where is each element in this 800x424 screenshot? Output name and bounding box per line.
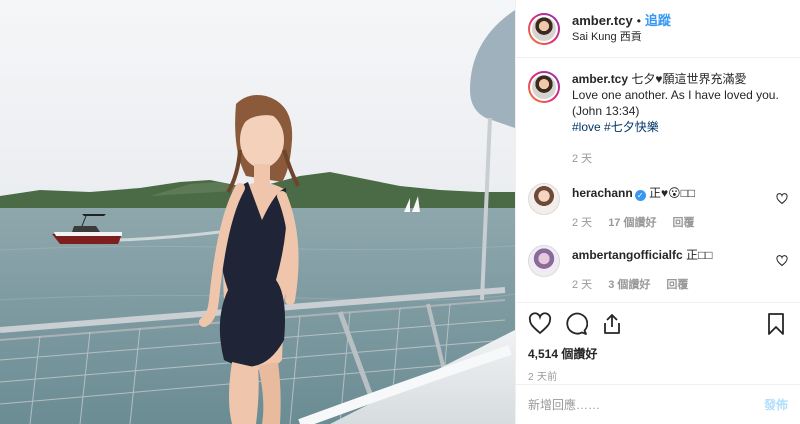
caption-meta: 2 天 bbox=[572, 151, 788, 167]
header-separator: • bbox=[636, 13, 641, 28]
caption-username[interactable]: amber.tcy bbox=[572, 72, 628, 86]
comment-item: herachann ✓ 正♥😮□□ 2 天 17 個讚好 回覆 bbox=[528, 183, 788, 231]
header-text: amber.tcy • 追蹤 Sai Kung 西貢 bbox=[572, 13, 671, 45]
comment-likes[interactable]: 3 個讚好 bbox=[608, 277, 650, 293]
comment-meta: 2 天 3 個讚好 回覆 bbox=[572, 277, 788, 293]
comment-time[interactable]: 2 天 bbox=[572, 215, 592, 231]
comments-list: amber.tcy 七夕♥願這世界充滿愛 Love one another. A… bbox=[516, 58, 800, 302]
avatar[interactable] bbox=[528, 71, 560, 103]
comment-time[interactable]: 2 天 bbox=[572, 277, 592, 293]
comment-item: ambertangofficialfc 正□□ 2 天 3 個讚好 回覆 bbox=[528, 245, 788, 293]
comment-like-heart-icon[interactable] bbox=[776, 193, 788, 205]
follow-button[interactable]: 追蹤 bbox=[645, 13, 671, 28]
add-comment-bar: 發佈 bbox=[516, 384, 800, 424]
reply-button[interactable]: 回覆 bbox=[666, 277, 688, 293]
caption-body: amber.tcy 七夕♥願這世界充滿愛 Love one another. A… bbox=[572, 71, 788, 167]
caption-hashtags[interactable]: #love #七夕快樂 bbox=[572, 119, 788, 135]
share-icon[interactable] bbox=[600, 312, 624, 336]
avatar-image bbox=[528, 183, 560, 215]
comment-username[interactable]: ambertangofficialfc bbox=[572, 248, 683, 262]
likes-count[interactable]: 4,514 個讚好 bbox=[528, 345, 788, 362]
comment-body: herachann ✓ 正♥😮□□ 2 天 17 個讚好 回覆 bbox=[572, 183, 788, 231]
caption-time[interactable]: 2 天 bbox=[572, 151, 592, 167]
avatar[interactable] bbox=[528, 183, 560, 215]
post-time[interactable]: 2 天前 bbox=[528, 368, 788, 383]
location-link[interactable]: Sai Kung 西貢 bbox=[572, 29, 671, 45]
avatar[interactable] bbox=[528, 245, 560, 277]
header-username[interactable]: amber.tcy bbox=[572, 13, 633, 28]
comment-meta: 2 天 17 個讚好 回覆 bbox=[572, 215, 788, 231]
avatar-image bbox=[528, 245, 560, 277]
caption-line: (John 13:34) bbox=[572, 104, 640, 118]
action-icons bbox=[528, 311, 788, 337]
post-header: amber.tcy • 追蹤 Sai Kung 西貢 bbox=[516, 0, 800, 58]
avatar[interactable] bbox=[528, 12, 560, 45]
comment-input[interactable] bbox=[528, 397, 764, 412]
caption-line: Love one another. As I have loved you. bbox=[572, 88, 779, 102]
verified-badge-icon: ✓ bbox=[634, 190, 646, 201]
caption-text: 七夕♥願這世界充滿愛 bbox=[631, 72, 747, 86]
comment-body: ambertangofficialfc 正□□ 2 天 3 個讚好 回覆 bbox=[572, 245, 788, 293]
reply-button[interactable]: 回覆 bbox=[672, 215, 694, 231]
comment-username[interactable]: herachann bbox=[572, 186, 633, 200]
post-photo[interactable] bbox=[0, 0, 515, 424]
comment-like-heart-icon[interactable] bbox=[776, 255, 788, 267]
avatar-image bbox=[530, 73, 558, 101]
post-comment-button[interactable]: 發佈 bbox=[764, 396, 788, 413]
comment-icon[interactable] bbox=[564, 312, 588, 336]
comment-text: 正♥😮□□ bbox=[649, 186, 696, 200]
instagram-post: amber.tcy • 追蹤 Sai Kung 西貢 amber.tcy 七夕♥願這… bbox=[0, 0, 800, 424]
heart-icon[interactable] bbox=[528, 312, 552, 336]
post-actions: 4,514 個讚好 2 天前 bbox=[516, 302, 800, 384]
caption: amber.tcy 七夕♥願這世界充滿愛 Love one another. A… bbox=[528, 71, 788, 167]
comment-likes[interactable]: 17 個讚好 bbox=[608, 215, 656, 231]
bookmark-icon[interactable] bbox=[764, 312, 788, 336]
post-side-panel: amber.tcy • 追蹤 Sai Kung 西貢 amber.tcy 七夕♥願這… bbox=[515, 0, 800, 424]
photo-illustration bbox=[0, 0, 515, 424]
avatar-image bbox=[530, 14, 558, 43]
comment-text: 正□□ bbox=[686, 248, 713, 262]
